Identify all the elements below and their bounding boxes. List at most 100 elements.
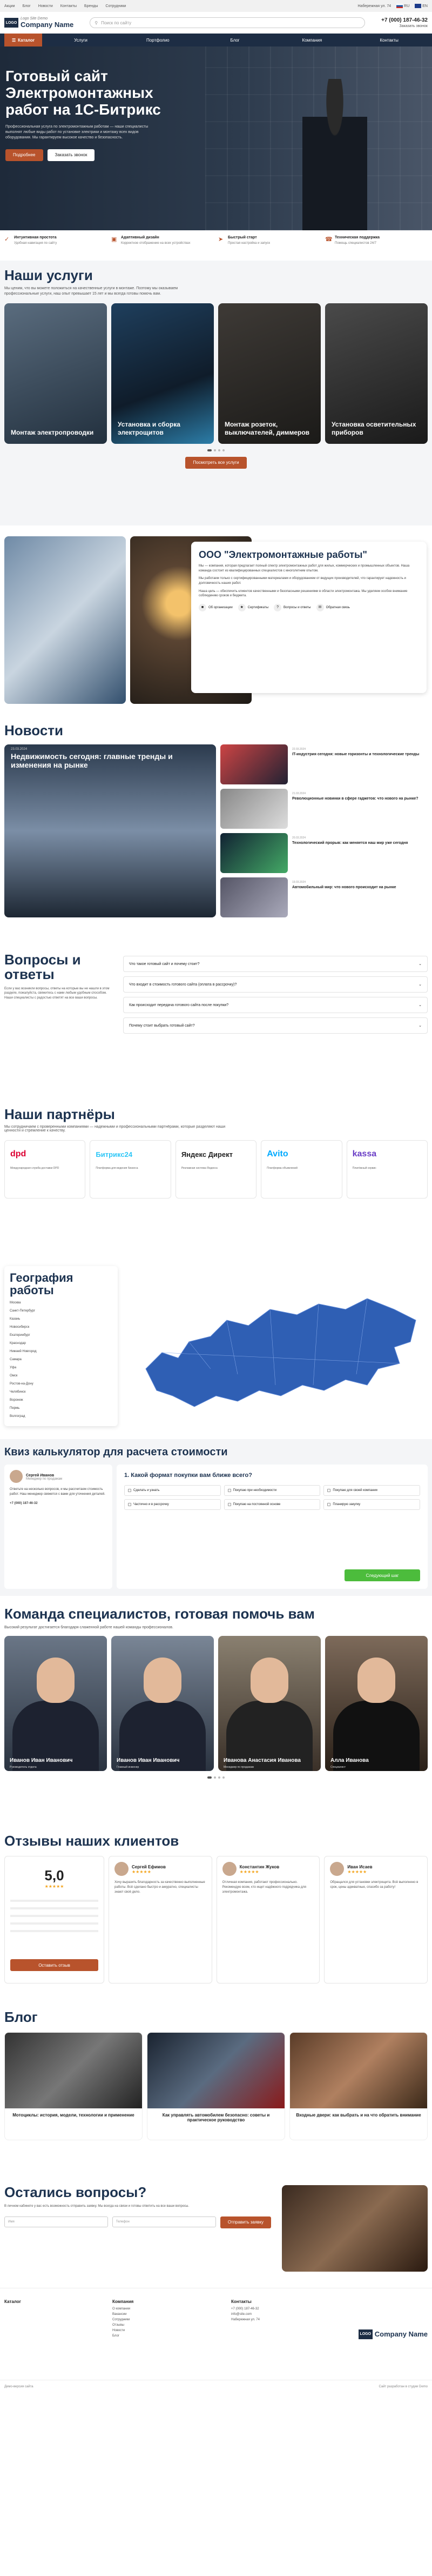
leave-review-button[interactable]: Оставить отзыв — [10, 1959, 98, 1972]
nav-item-portfolio[interactable]: Портфолио — [119, 38, 197, 43]
city-item[interactable]: Нижний Новгород — [10, 1350, 112, 1353]
russia-map[interactable] — [140, 1288, 421, 1412]
avatar — [330, 1862, 345, 1876]
partner-card[interactable]: Avito Платформа объявлений — [261, 1140, 342, 1199]
logo-subtitle: Logo Site Demo — [21, 17, 48, 21]
nav-item-blog[interactable]: Блог — [197, 38, 274, 43]
quiz-option[interactable]: Покупаю при необходимости — [224, 1485, 321, 1496]
catalog-button[interactable]: ☰ Каталог — [4, 34, 43, 46]
city-item[interactable]: Екатеринбург — [10, 1334, 112, 1337]
carousel-dots[interactable] — [4, 1776, 428, 1779]
news-item[interactable]: 21.03.2024 Революционные новинки в сфере … — [220, 789, 428, 829]
footer-catalog-title[interactable]: Каталог — [4, 2299, 102, 2304]
quiz-option[interactable]: Частично и в рассрочку — [124, 1499, 221, 1510]
faq-question[interactable]: Как происходит передача готового сайта п… — [123, 997, 428, 1013]
search-input[interactable]: ⚲ Поиск по сайту — [90, 17, 366, 28]
city-item[interactable]: Москва — [10, 1301, 112, 1304]
team-card[interactable]: Иванов Иван Иванович Руководитель отдела — [4, 1636, 107, 1772]
news-item[interactable]: 22.03.2024 IT-индустрия сегодня: новые го… — [220, 744, 428, 785]
partner-card[interactable]: dpd Международная служба доставки DPD — [4, 1140, 86, 1199]
all-services-button[interactable]: Посмотреть все услуги — [185, 456, 247, 469]
blog-card[interactable]: Как управлять автомобилем безопасно: сов… — [147, 2032, 285, 2141]
news-item[interactable]: 19.03.2024 Автомобильный мир: что нового … — [220, 877, 428, 918]
certificates-link[interactable]: ★ Сертификаты — [238, 604, 268, 612]
quiz-option[interactable]: Покупаю для своей компании — [323, 1485, 420, 1496]
cities-list: География работы Москва Санкт-Петербург … — [4, 1266, 118, 1426]
footer-phone[interactable]: +7 (000) 187-46-32 — [231, 2307, 339, 2311]
city-item[interactable]: Волгоград — [10, 1415, 112, 1418]
footer-logo[interactable]: LOGO Company Name — [358, 2329, 428, 2339]
service-card[interactable]: Установка и сборка электрощитов — [111, 303, 214, 444]
nav-item-contacts[interactable]: Контакты — [350, 38, 428, 43]
chevron-down-icon: ⌄ — [418, 962, 422, 966]
blog-card[interactable]: Входные двери: как выбрать и на что обра… — [289, 2032, 428, 2141]
quiz-next-button[interactable]: Следующий шаг — [345, 1569, 420, 1581]
partners-text: Мы сотрудничаем с проверенными компаниям… — [4, 1125, 226, 1133]
news-featured[interactable]: 23.03.2024 Недвижимость сегодня: главные … — [4, 744, 216, 918]
quiz-option[interactable]: Покупаю на постоянной основе — [224, 1499, 321, 1510]
footer-link[interactable]: Вакансии — [112, 2313, 220, 2316]
service-card[interactable]: Монтаж электропроводки — [4, 303, 107, 444]
faq-link[interactable]: ? Вопросы и ответы — [274, 604, 311, 612]
about-org-link[interactable]: ■ Об организации — [199, 604, 233, 612]
name-field[interactable]: Имя — [4, 2216, 108, 2227]
quiz-option[interactable]: Планирую закупку — [323, 1499, 420, 1510]
lang-en[interactable]: EN — [415, 4, 428, 8]
city-item[interactable]: Пермь — [10, 1407, 112, 1410]
feature-item: ✓ Интуитивная простота Удобная навигация п… — [4, 236, 57, 245]
carousel-dots[interactable] — [4, 449, 428, 451]
team-text: Высокий результат достигается благодаря … — [4, 1626, 173, 1630]
avatar — [10, 1470, 23, 1483]
callback-link[interactable]: Заказать звонок — [400, 24, 428, 28]
hero-callback-button[interactable]: Заказать звонок — [47, 149, 95, 161]
service-card[interactable]: Установка осветительных приборов — [325, 303, 428, 444]
quiz-option[interactable]: Сделать и узнать — [124, 1485, 221, 1496]
topbar-link-blog[interactable]: Блог — [23, 4, 31, 8]
partner-card[interactable]: Яндекс Директ Рекламная система Яндекса — [175, 1140, 257, 1199]
partner-card[interactable]: Битрикс24 Платформа для ведения бизнеса — [90, 1140, 171, 1199]
news-item[interactable]: 20.03.2024 Технологический прорыв: как ме… — [220, 833, 428, 874]
team-card[interactable]: Алла Иванова Специалист — [325, 1636, 428, 1772]
footer-link[interactable]: О компании — [112, 2307, 220, 2311]
footer-link[interactable]: Отзывы — [112, 2324, 220, 2327]
city-item[interactable]: Санкт-Петербург — [10, 1309, 112, 1313]
topbar-link-contacts[interactable]: Контакты — [60, 4, 77, 8]
footer-link[interactable]: Блог — [112, 2334, 220, 2338]
city-item[interactable]: Челябинск — [10, 1390, 112, 1394]
service-card[interactable]: Монтаж розеток, выключателей, диммеров — [218, 303, 321, 444]
city-item[interactable]: Самара — [10, 1358, 112, 1361]
footer-link[interactable]: Новости — [112, 2329, 220, 2332]
city-item[interactable]: Краснодар — [10, 1342, 112, 1345]
city-item[interactable]: Казань — [10, 1317, 112, 1321]
blog-card[interactable]: Мотоциклы: история, модели, технологии и… — [4, 2032, 143, 2141]
menu-icon: ☰ — [12, 37, 16, 43]
city-item[interactable]: Воронеж — [10, 1399, 112, 1402]
quiz-phone[interactable]: +7 (000) 187-46-32 — [10, 1501, 107, 1506]
faq-question[interactable]: Что входит в стоимость готового сайта (о… — [123, 976, 428, 993]
hero-more-button[interactable]: Подробнее — [5, 149, 43, 161]
nav-item-company[interactable]: Компания — [273, 38, 350, 43]
faq-question[interactable]: Почему стоит выбрать готовый сайт? ⌄ — [123, 1017, 428, 1034]
partner-card[interactable]: kassa Платёжный сервис — [346, 1140, 428, 1199]
footer-email[interactable]: info@site.com — [231, 2313, 339, 2316]
topbar-link-staff[interactable]: Сотрудники — [105, 4, 126, 8]
city-item[interactable]: Омск — [10, 1374, 112, 1377]
city-item[interactable]: Ростов-на-Дону — [10, 1382, 112, 1386]
topbar-link-news[interactable]: Новости — [38, 4, 53, 8]
city-item[interactable]: Уфа — [10, 1366, 112, 1369]
phone-field[interactable]: Телефон — [112, 2216, 216, 2227]
submit-request-button[interactable]: Отправить заявку — [220, 2216, 271, 2228]
chevron-down-icon: ⌄ — [418, 1003, 422, 1007]
city-item[interactable]: Новосибирск — [10, 1326, 112, 1329]
faq-question[interactable]: Что такое готовый сайт и почему стоит? ⌄ — [123, 956, 428, 972]
topbar-link-brands[interactable]: Бренды — [84, 4, 98, 8]
team-card[interactable]: Иванов Иван Иванович Главный инженер — [111, 1636, 214, 1772]
nav-item-services[interactable]: Услуги — [42, 38, 119, 43]
feedback-link[interactable]: ✉ Обратная связь — [316, 604, 350, 612]
site-logo[interactable]: LOGO Logo Site Demo Company Name — [4, 17, 73, 29]
team-card[interactable]: Иванова Анастасия Иванова Менеджер по про… — [218, 1636, 321, 1772]
lang-ru[interactable]: RU — [396, 4, 409, 8]
topbar-link-sales[interactable]: Акции — [4, 4, 15, 8]
footer-link[interactable]: Сотрудники — [112, 2318, 220, 2321]
header-phone[interactable]: +7 (000) 187-46-32 — [381, 17, 428, 23]
